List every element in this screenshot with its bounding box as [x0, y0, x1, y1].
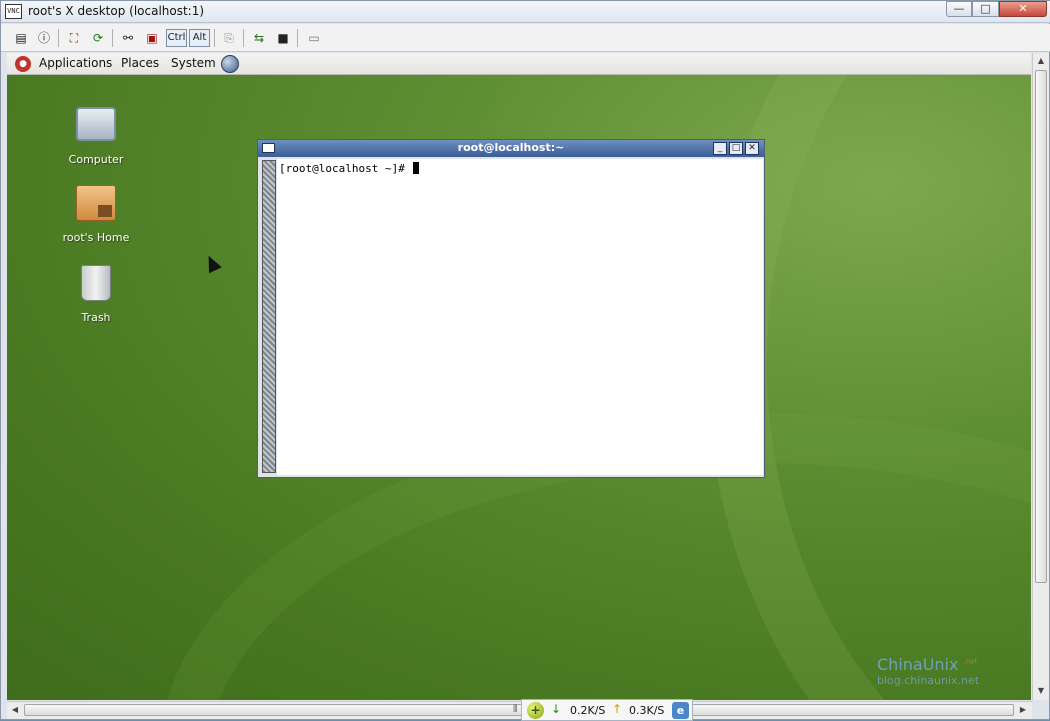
- refresh-icon[interactable]: ⟳: [89, 29, 107, 47]
- save-icon[interactable]: ■: [274, 29, 292, 47]
- vnc-toolbar: ▤ ⓘ ⛶ ⟳ ⚯ ▣ Ctrl Alt ⎘ ⇆ ■ ▭: [1, 24, 1050, 52]
- ctrl-alt-del-icon[interactable]: ⚯: [119, 29, 137, 47]
- desktop-icon-label: Computer: [68, 153, 124, 166]
- toolbar-separator: [297, 29, 298, 47]
- vnc-viewer-window: VNC root's X desktop (localhost:1) — □ ✕…: [0, 0, 1050, 721]
- horizontal-scrollbar[interactable]: ◀ ▶: [7, 701, 1032, 719]
- toolbar-separator: [243, 29, 244, 47]
- shell-prompt: [root@localhost ~]#: [279, 162, 412, 175]
- watermark-logo: ChinaUnix .net: [877, 655, 979, 674]
- terminal-content[interactable]: [root@localhost ~]#: [277, 159, 763, 475]
- network-speed-meter: ⦀ + ↓ 0.2K/S ↑ 0.3K/S e: [513, 699, 693, 721]
- upload-arrow-icon: ↑: [612, 702, 623, 716]
- close-button[interactable]: ✕: [999, 1, 1047, 17]
- text-cursor: [413, 162, 420, 174]
- chinaunix-watermark: ChinaUnix .net blog.chinaunix.net: [877, 655, 979, 687]
- terminal-close-button[interactable]: ✕: [745, 142, 759, 155]
- transfer-files-icon[interactable]: ⇆: [250, 29, 268, 47]
- toolbar-separator: [214, 29, 215, 47]
- terminal-prompt-line: [root@localhost ~]#: [279, 162, 420, 175]
- redhat-logo-icon[interactable]: ●: [15, 56, 31, 72]
- desktop-icon-home[interactable]: root's Home: [56, 183, 136, 244]
- scroll-left-arrow-icon[interactable]: ◀: [7, 702, 23, 718]
- menu-applications[interactable]: Applications: [39, 56, 112, 70]
- scroll-right-arrow-icon[interactable]: ▶: [1015, 702, 1031, 718]
- menu-places[interactable]: Places: [121, 56, 159, 70]
- computer-icon: [76, 107, 116, 147]
- connection-options-icon[interactable]: ▤: [12, 29, 30, 47]
- full-screen-icon[interactable]: ⛶: [65, 29, 83, 47]
- gnome-top-panel: ● Applications Places System: [7, 53, 1031, 75]
- scroll-up-arrow-icon[interactable]: ▲: [1033, 53, 1049, 69]
- alt-key-button[interactable]: Alt: [189, 29, 210, 47]
- connection-info-icon[interactable]: ⓘ: [35, 29, 53, 47]
- download-arrow-icon: ↓: [551, 702, 562, 716]
- horizontal-scroll-thumb[interactable]: [24, 704, 1014, 716]
- clipboard-icon[interactable]: ⎘: [220, 29, 238, 47]
- terminal-maximize-button[interactable]: □: [729, 142, 743, 155]
- close-connection-icon[interactable]: ▭: [305, 29, 323, 47]
- terminal-window[interactable]: root@localhost:~ _ □ ✕ [root@localhost ~…: [257, 139, 765, 478]
- menu-system[interactable]: System: [171, 56, 216, 70]
- terminal-title: root@localhost:~: [457, 141, 565, 154]
- grip-handle-icon[interactable]: ⦀: [513, 704, 517, 715]
- toolbar-separator: [58, 29, 59, 47]
- desktop-icon-label: root's Home: [62, 231, 130, 244]
- home-folder-icon: [76, 185, 116, 225]
- watermark-sup-text: .net: [963, 657, 978, 666]
- vertical-scroll-thumb[interactable]: [1035, 70, 1047, 583]
- mouse-pointer-icon: [202, 252, 222, 274]
- terminal-title-bar[interactable]: root@localhost:~ _ □ ✕: [258, 140, 764, 157]
- toolbar-separator: [112, 29, 113, 47]
- send-ctrl-esc-icon[interactable]: ▣: [143, 29, 161, 47]
- watermark-url: blog.chinaunix.net: [877, 674, 980, 687]
- web-browser-launcher-icon[interactable]: [221, 55, 239, 73]
- upload-speed: 0.3K/S: [629, 704, 665, 717]
- scroll-down-arrow-icon[interactable]: ▼: [1033, 683, 1049, 699]
- maximize-button[interactable]: □: [972, 1, 999, 17]
- vnc-app-icon: VNC: [5, 4, 22, 19]
- terminal-scrollbar[interactable]: [262, 160, 276, 473]
- ctrl-key-button[interactable]: Ctrl: [166, 29, 187, 47]
- vertical-scrollbar[interactable]: ▲ ▼: [1032, 53, 1049, 700]
- desktop-icon-trash[interactable]: Trash: [56, 263, 136, 324]
- download-speed: 0.2K/S: [570, 704, 606, 717]
- desktop-icon-computer[interactable]: Computer: [56, 103, 136, 166]
- trash-icon: [76, 265, 116, 305]
- terminal-minimize-button[interactable]: _: [713, 142, 727, 155]
- title-bar[interactable]: VNC root's X desktop (localhost:1) — □ ✕: [1, 1, 1050, 23]
- window-title: root's X desktop (localhost:1): [28, 4, 205, 18]
- speedup-plus-icon[interactable]: +: [527, 702, 544, 719]
- remote-desktop[interactable]: ● Applications Places System Computer ro…: [7, 53, 1031, 700]
- browser-icon[interactable]: e: [672, 702, 689, 719]
- minimize-button[interactable]: —: [946, 1, 972, 17]
- desktop-icon-label: Trash: [81, 311, 111, 324]
- watermark-main-text: ChinaUnix: [877, 655, 959, 674]
